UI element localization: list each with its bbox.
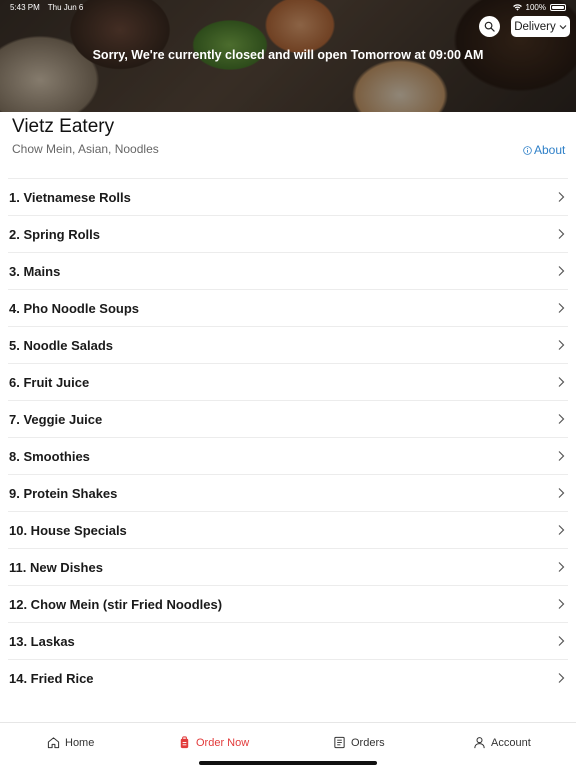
category-label: 12. Chow Mein (stir Fried Noodles) <box>9 596 223 612</box>
chevron-right-icon <box>558 192 565 202</box>
category-item[interactable]: 3. Mains <box>8 252 568 289</box>
category-item[interactable]: 9. Protein Shakes <box>8 474 568 511</box>
category-item[interactable]: 13. Laskas <box>8 622 568 659</box>
category-label: 9. Protein Shakes <box>9 485 118 501</box>
status-indicators: 100% <box>512 2 566 12</box>
status-bar: 5:43 PM Thu Jun 6 100% <box>0 0 576 14</box>
chevron-right-icon <box>558 488 565 498</box>
delivery-mode-select[interactable]: Delivery <box>511 16 570 37</box>
category-item[interactable]: 2. Spring Rolls <box>8 215 568 252</box>
tab-orders-label: Orders <box>351 736 385 749</box>
search-button[interactable] <box>479 16 500 37</box>
category-label: 7. Veggie Juice <box>9 411 103 427</box>
category-label: 5. Noodle Salads <box>9 337 114 353</box>
chevron-right-icon <box>558 414 565 424</box>
home-icon <box>47 737 60 749</box>
tab-account-label: Account <box>491 736 531 749</box>
category-list: 1. Vietnamese Rolls 2. Spring Rolls 3. M… <box>0 178 576 696</box>
chevron-right-icon <box>558 562 565 572</box>
delivery-label: Delivery <box>514 20 556 33</box>
category-item[interactable]: 1. Vietnamese Rolls <box>8 178 568 215</box>
tab-home[interactable]: Home <box>47 736 94 749</box>
category-label: 14. Fried Rice <box>9 670 94 686</box>
category-item[interactable]: 14. Fried Rice <box>8 659 568 696</box>
category-label: 3. Mains <box>9 263 61 279</box>
chevron-right-icon <box>558 599 565 609</box>
category-item[interactable]: 10. House Specials <box>8 511 568 548</box>
chevron-right-icon <box>558 673 565 683</box>
about-label: About <box>534 143 566 157</box>
category-item[interactable]: 7. Veggie Juice <box>8 400 568 437</box>
category-label: 13. Laskas <box>9 633 75 649</box>
restaurant-cuisines: Chow Mein, Asian, Noodles <box>12 142 159 156</box>
wifi-icon <box>512 3 522 11</box>
category-label: 11. New Dishes <box>9 559 103 575</box>
about-link[interactable]: About <box>523 143 565 157</box>
order-bag-icon <box>180 736 189 749</box>
category-item[interactable]: 6. Fruit Juice <box>8 363 568 400</box>
chevron-right-icon <box>558 340 565 350</box>
tab-order-now[interactable]: Order Now <box>178 736 249 749</box>
category-item[interactable]: 8. Smoothies <box>8 437 568 474</box>
chevron-down-icon <box>559 24 567 29</box>
chevron-right-icon <box>558 525 565 535</box>
battery-icon <box>550 3 566 11</box>
category-label: 10. House Specials <box>9 522 127 538</box>
info-icon <box>523 145 532 155</box>
chevron-right-icon <box>558 303 565 313</box>
chevron-right-icon <box>558 636 565 646</box>
chevron-right-icon <box>558 229 565 239</box>
orders-list-icon <box>334 736 345 749</box>
category-label: 4. Pho Noodle Soups <box>9 300 140 316</box>
battery-percent: 100% <box>525 2 546 12</box>
home-indicator <box>199 761 377 765</box>
tab-orders[interactable]: Orders <box>333 736 385 749</box>
search-icon <box>484 21 495 32</box>
category-label: 6. Fruit Juice <box>9 374 90 390</box>
category-item[interactable]: 11. New Dishes <box>8 548 568 585</box>
chevron-right-icon <box>558 377 565 387</box>
tab-home-label: Home <box>65 736 95 749</box>
tab-order-now-label: Order Now <box>196 736 250 749</box>
category-label: 8. Smoothies <box>9 448 90 464</box>
category-item[interactable]: 4. Pho Noodle Soups <box>8 289 568 326</box>
category-item[interactable]: 12. Chow Mein (stir Fried Noodles) <box>8 585 568 622</box>
user-icon <box>474 737 485 749</box>
status-date: Thu Jun 6 <box>47 2 84 12</box>
tab-account[interactable]: Account <box>473 736 531 749</box>
category-item[interactable]: 5. Noodle Salads <box>8 326 568 363</box>
category-label: 1. Vietnamese Rolls <box>9 189 131 205</box>
restaurant-name: Vietz Eatery <box>12 116 115 137</box>
chevron-right-icon <box>558 451 565 461</box>
status-time: 5:43 PM <box>10 2 40 12</box>
closed-notice: Sorry, We're currently closed and will o… <box>92 48 484 62</box>
chevron-right-icon <box>558 266 565 276</box>
category-label: 2. Spring Rolls <box>9 226 101 242</box>
